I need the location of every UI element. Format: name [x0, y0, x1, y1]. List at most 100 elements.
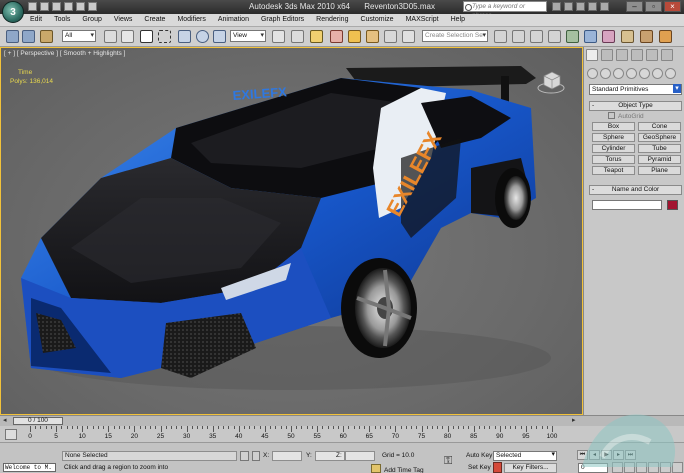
- time-slider-thumb[interactable]: 0 / 100: [13, 417, 63, 425]
- named-selection-sets-input[interactable]: Create Selection Se: [422, 30, 488, 42]
- curve-editor-icon[interactable]: [566, 30, 579, 43]
- select-by-name-icon[interactable]: [121, 30, 134, 43]
- hierarchy-tab-icon[interactable]: [616, 49, 628, 61]
- play-icon[interactable]: ▶: [601, 450, 612, 460]
- absolute-mode-icon[interactable]: [252, 451, 260, 461]
- x-coordinate-field[interactable]: [272, 451, 302, 461]
- zoom-icon[interactable]: [612, 462, 623, 473]
- reference-coordinate-dropdown[interactable]: View: [230, 30, 266, 42]
- previous-frame-icon[interactable]: ◂: [589, 450, 600, 460]
- star-icon[interactable]: [588, 2, 597, 11]
- sphere-button[interactable]: Sphere: [592, 133, 635, 142]
- rendered-frame-window-icon[interactable]: [640, 30, 653, 43]
- menu-views[interactable]: Views: [108, 14, 139, 26]
- time-slider-next-icon[interactable]: ▸: [572, 417, 581, 425]
- help-icon[interactable]: [600, 2, 609, 11]
- menu-group[interactable]: Group: [76, 14, 107, 26]
- rectangle-selection-icon[interactable]: [140, 30, 153, 43]
- menu-rendering[interactable]: Rendering: [310, 14, 354, 26]
- torus-button[interactable]: Torus: [592, 155, 635, 164]
- go-to-end-icon[interactable]: ⏭: [625, 450, 636, 460]
- subscription-icon[interactable]: [564, 2, 573, 11]
- viewport-label-menu[interactable]: [ + ] [ Perspective ] [ Smooth + Highlig…: [4, 50, 125, 57]
- space-warps-icon[interactable]: [652, 68, 663, 79]
- minimize-button[interactable]: –: [626, 1, 643, 12]
- shapes-icon[interactable]: [600, 68, 611, 79]
- viewcube-icon[interactable]: [537, 68, 565, 94]
- search-input[interactable]: Type a keyword or phrase: [463, 1, 547, 19]
- align-icon[interactable]: [512, 30, 525, 43]
- close-button[interactable]: ×: [664, 1, 681, 12]
- menu-edit[interactable]: Edit: [30, 14, 48, 26]
- communication-icon[interactable]: [576, 2, 585, 11]
- material-editor-icon[interactable]: [602, 30, 615, 43]
- render-setup-icon[interactable]: [621, 30, 634, 43]
- orbit-icon[interactable]: [672, 462, 683, 473]
- tube-button[interactable]: Tube: [638, 144, 681, 153]
- select-object-icon[interactable]: [104, 30, 117, 43]
- lock-selection-icon[interactable]: [240, 451, 249, 461]
- menu-maxscript[interactable]: MAXScript: [400, 14, 445, 26]
- perspective-viewport[interactable]: EXILEFX EXILEFX [ + ] [ Perspective ] [ …: [0, 47, 583, 415]
- link-icon[interactable]: [40, 30, 53, 43]
- geometry-icon[interactable]: [587, 68, 598, 79]
- modify-tab-icon[interactable]: [601, 49, 613, 61]
- systems-icon[interactable]: [665, 68, 676, 79]
- layer-manager-icon[interactable]: [530, 30, 543, 43]
- schematic-view-icon[interactable]: [584, 30, 597, 43]
- snaps-toggle-icon[interactable]: [330, 30, 343, 43]
- menu-create[interactable]: Create: [138, 14, 171, 26]
- percent-snap-icon[interactable]: [366, 30, 379, 43]
- go-to-start-icon[interactable]: ⏮: [577, 450, 588, 460]
- pivot-center-icon[interactable]: [272, 30, 285, 43]
- menu-tools[interactable]: Tools: [48, 14, 76, 26]
- time-slider-prev-icon[interactable]: ◂: [3, 417, 12, 425]
- teapot-button[interactable]: Teapot: [592, 166, 635, 175]
- zoom-extents-icon[interactable]: [636, 462, 647, 473]
- add-time-tag[interactable]: Add Time Tag: [371, 464, 424, 473]
- zoom-all-icon[interactable]: [624, 462, 635, 473]
- object-type-rollout[interactable]: - Object Type: [589, 101, 682, 111]
- time-slider[interactable]: ◂ 0 / 100 ▸: [0, 415, 684, 426]
- auto-key-button[interactable]: Auto Key: [466, 452, 492, 459]
- application-button[interactable]: 3: [2, 1, 24, 23]
- object-color-swatch[interactable]: [667, 200, 678, 210]
- selection-filter-dropdown[interactable]: All: [62, 30, 96, 42]
- set-key-button[interactable]: [493, 462, 502, 473]
- keyboard-shortcut-override-icon[interactable]: [310, 30, 323, 43]
- primitive-type-dropdown[interactable]: Standard Primitives: [589, 84, 682, 95]
- utilities-tab-icon[interactable]: [661, 49, 673, 61]
- menu-help[interactable]: Help: [445, 14, 471, 26]
- helpers-icon[interactable]: [639, 68, 650, 79]
- select-manipulate-icon[interactable]: [291, 30, 304, 43]
- menu-modifiers[interactable]: Modifiers: [171, 14, 211, 26]
- menu-graph-editors[interactable]: Graph Editors: [255, 14, 310, 26]
- spinner-snap-icon[interactable]: [384, 30, 397, 43]
- graphite-modeling-tools-icon[interactable]: [548, 30, 561, 43]
- plane-button[interactable]: Plane: [638, 166, 681, 175]
- field-of-view-icon[interactable]: [648, 462, 659, 473]
- next-frame-icon[interactable]: ▸: [613, 450, 624, 460]
- angle-snap-icon[interactable]: [348, 30, 361, 43]
- binoculars-icon[interactable]: [552, 2, 561, 11]
- box-button[interactable]: Box: [592, 122, 635, 131]
- redo-icon[interactable]: [22, 30, 35, 43]
- autogrid-checkbox[interactable]: AutoGrid: [608, 112, 644, 120]
- render-production-icon[interactable]: [659, 30, 672, 43]
- mini-curve-editor-icon[interactable]: [5, 429, 17, 440]
- pyramid-button[interactable]: Pyramid: [638, 155, 681, 164]
- motion-tab-icon[interactable]: [631, 49, 643, 61]
- window-crossing-icon[interactable]: [158, 30, 171, 43]
- pan-icon[interactable]: [660, 462, 671, 473]
- create-tab-icon[interactable]: [586, 49, 598, 61]
- name-and-color-rollout[interactable]: - Name and Color: [589, 185, 682, 195]
- current-frame-field[interactable]: 0: [578, 463, 608, 473]
- geosphere-button[interactable]: GeoSphere: [638, 133, 681, 142]
- z-coordinate-field[interactable]: [345, 451, 375, 461]
- cone-button[interactable]: Cone: [638, 122, 681, 131]
- track-bar[interactable]: 0 5 10 15 20 25 30 35 40 45 50 55 60 65 70 75 80 85 90 95 10…: [0, 426, 684, 443]
- set-key-label[interactable]: Set Key: [468, 464, 491, 471]
- key-icon[interactable]: ⚿: [444, 455, 452, 468]
- move-icon[interactable]: [178, 30, 191, 43]
- key-filters-button[interactable]: Key Filters...: [504, 463, 557, 473]
